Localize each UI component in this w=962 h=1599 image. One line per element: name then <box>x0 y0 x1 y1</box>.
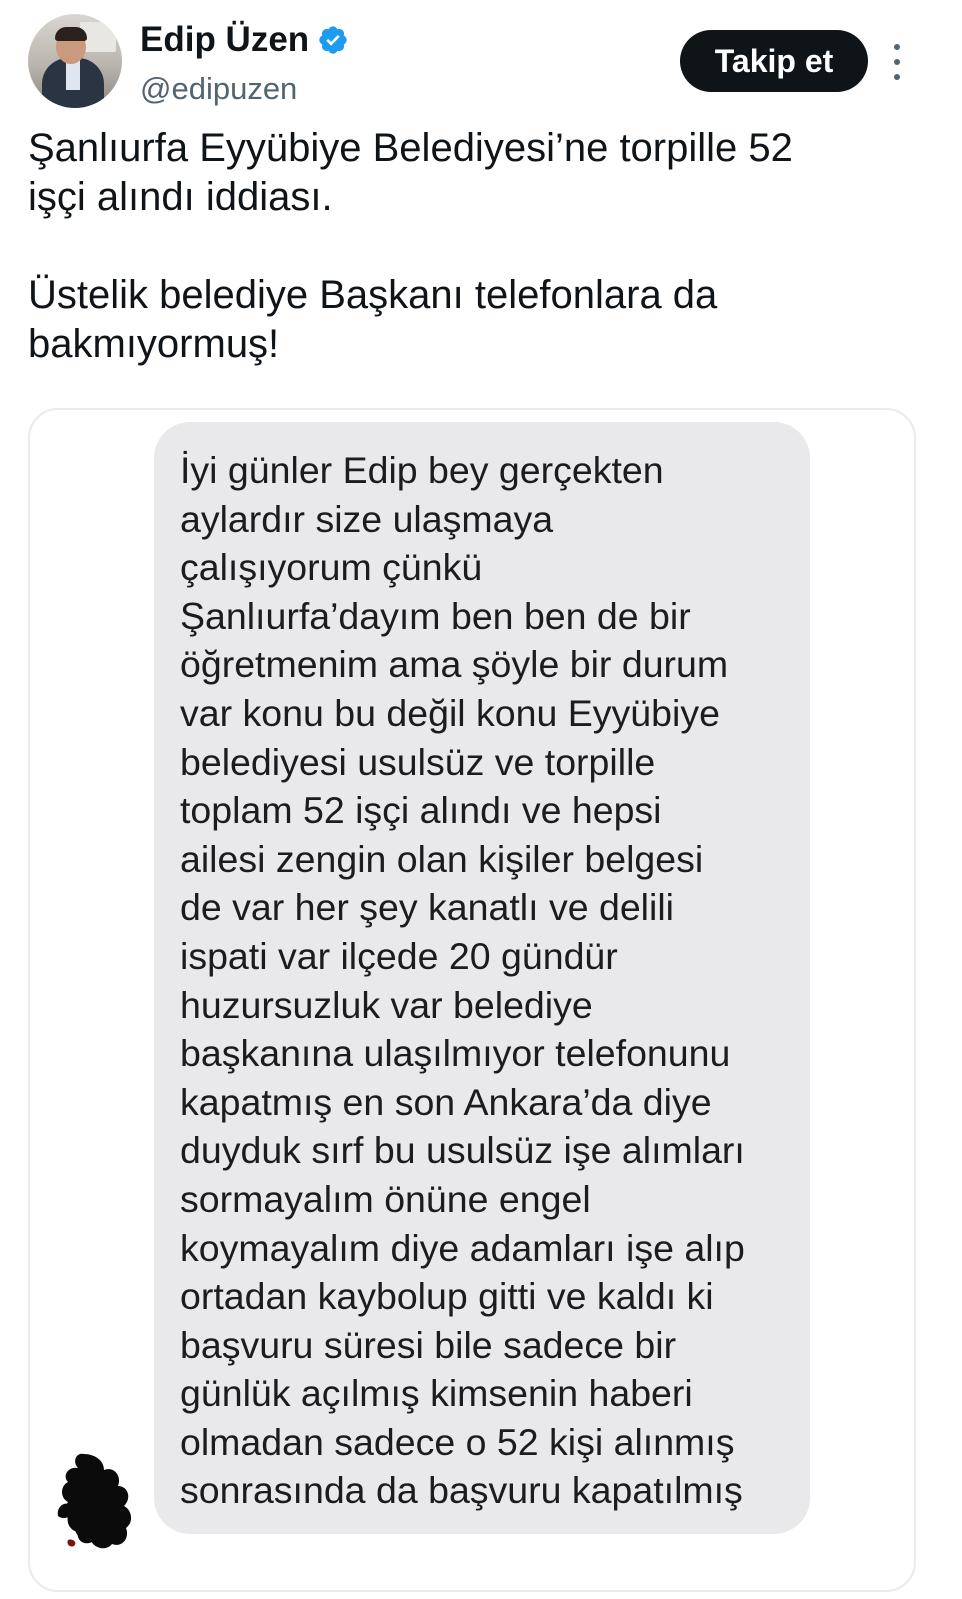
more-dot <box>894 44 900 50</box>
message-bubble: İyi günler Edip bey gerçekten aylardır s… <box>154 422 810 1534</box>
author-name-row[interactable]: Edip Üzen <box>140 18 349 62</box>
follow-button[interactable]: Takip et <box>680 30 868 92</box>
author-handle[interactable]: @edipuzen <box>140 70 297 108</box>
avatar-person-hair <box>55 27 87 41</box>
message-text: İyi günler Edip bey gerçekten aylardır s… <box>180 449 745 1512</box>
tweet-text: Şanlıurfa Eyyübiye Belediyesi’ne torpill… <box>28 124 928 369</box>
tweet-media-card[interactable]: İyi günler Edip bey gerçekten aylardır s… <box>28 408 916 1592</box>
tweet-paragraph: Üstelik belediye Başkanı telefonlara da … <box>28 273 718 366</box>
more-dot <box>894 59 900 65</box>
more-vertical-icon[interactable] <box>886 44 908 80</box>
more-dot <box>894 74 900 80</box>
avatar[interactable] <box>28 14 122 108</box>
avatar-person-shirt <box>66 60 80 90</box>
verified-badge-icon <box>319 26 347 54</box>
tweet-paragraph: Şanlıurfa Eyyübiye Belediyesi’ne torpill… <box>28 126 793 219</box>
author-display-name[interactable]: Edip Üzen <box>140 18 309 62</box>
tweet-header: Edip Üzen @edipuzen Takip et <box>28 14 934 110</box>
redacted-avatar-scribble-icon <box>57 1453 132 1549</box>
